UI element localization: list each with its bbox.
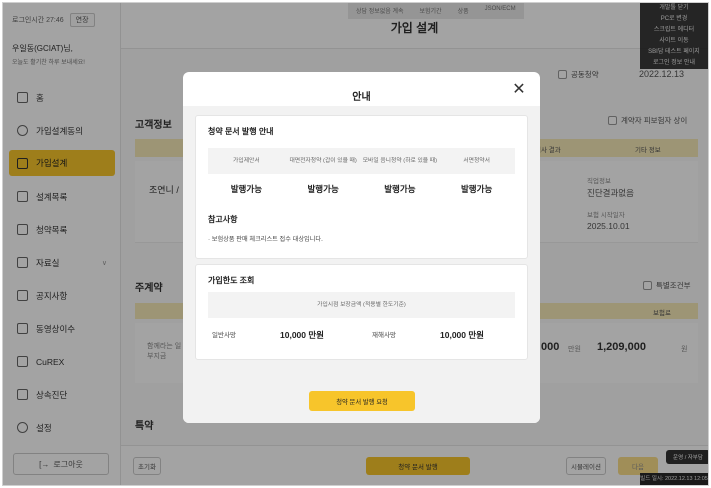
docs-table-row: 발행가능 발행가능 발행가능 발행가능: [208, 176, 515, 202]
docs-status: 발행가능: [384, 184, 416, 194]
notice-modal: 안내 ✕ 청약 문서 발행 안내 가입제안서 대면전자청약 (갑이 있을 때) …: [183, 72, 540, 423]
docs-status: 발행가능: [230, 184, 263, 194]
notes-title: 참고사항: [208, 215, 238, 224]
docs-col: 모바일 음니청약 (하로 있을 때): [362, 158, 438, 164]
docs-status: 발행가능: [307, 184, 339, 194]
modal-title: 안내: [352, 92, 371, 103]
close-icon[interactable]: ✕: [508, 78, 530, 100]
limit-label-general: 일반사망: [212, 332, 236, 339]
limit-label-accident: 재해사망: [372, 332, 396, 339]
docs-col: 대면전자청약 (갑이 있을 때): [289, 158, 357, 164]
issue-docs-card: 청약 문서 발행 안내 가입제안서 대면전자청약 (갑이 있을 때) 모바일 음…: [195, 115, 528, 259]
limit-table-header: 가입시점 보장금액 (적용별 한도기준): [208, 292, 515, 318]
docs-col: 서면청약서: [463, 158, 490, 164]
app-frame: 로그인시간 27:46 연장 우일동(GCIAT)님, 오늘도 활기찬 하루 보…: [2, 2, 709, 486]
limit-table-row: 일반사망 10,000 만원 재해사망 10,000 만원: [208, 320, 515, 348]
docs-table-header: 가입제안서 대면전자청약 (갑이 있을 때) 모바일 음니청약 (하로 있을 때…: [208, 148, 515, 174]
limit-title: 가입한도 조회: [208, 276, 255, 285]
limit-value-general: 10,000 만원: [280, 330, 324, 340]
limit-value-accident: 10,000 만원: [440, 330, 484, 340]
docs-status: 발행가능: [460, 184, 493, 194]
note-text: · 보험상품 판매 체크리스트 접수 대상입니다.: [208, 236, 323, 243]
issue-docs-title: 청약 문서 발행 안내: [208, 127, 274, 136]
docs-col: 가입제안서: [233, 158, 260, 164]
issue-request-button[interactable]: 청약 문서 발행 요청: [309, 391, 415, 411]
modal-body: 청약 문서 발행 안내 가입제안서 대면전자청약 (갑이 있을 때) 모바일 음…: [183, 106, 540, 423]
limit-card: 가입한도 조회 가입시점 보장금액 (적용별 한도기준) 일반사망 10,000…: [195, 264, 528, 360]
